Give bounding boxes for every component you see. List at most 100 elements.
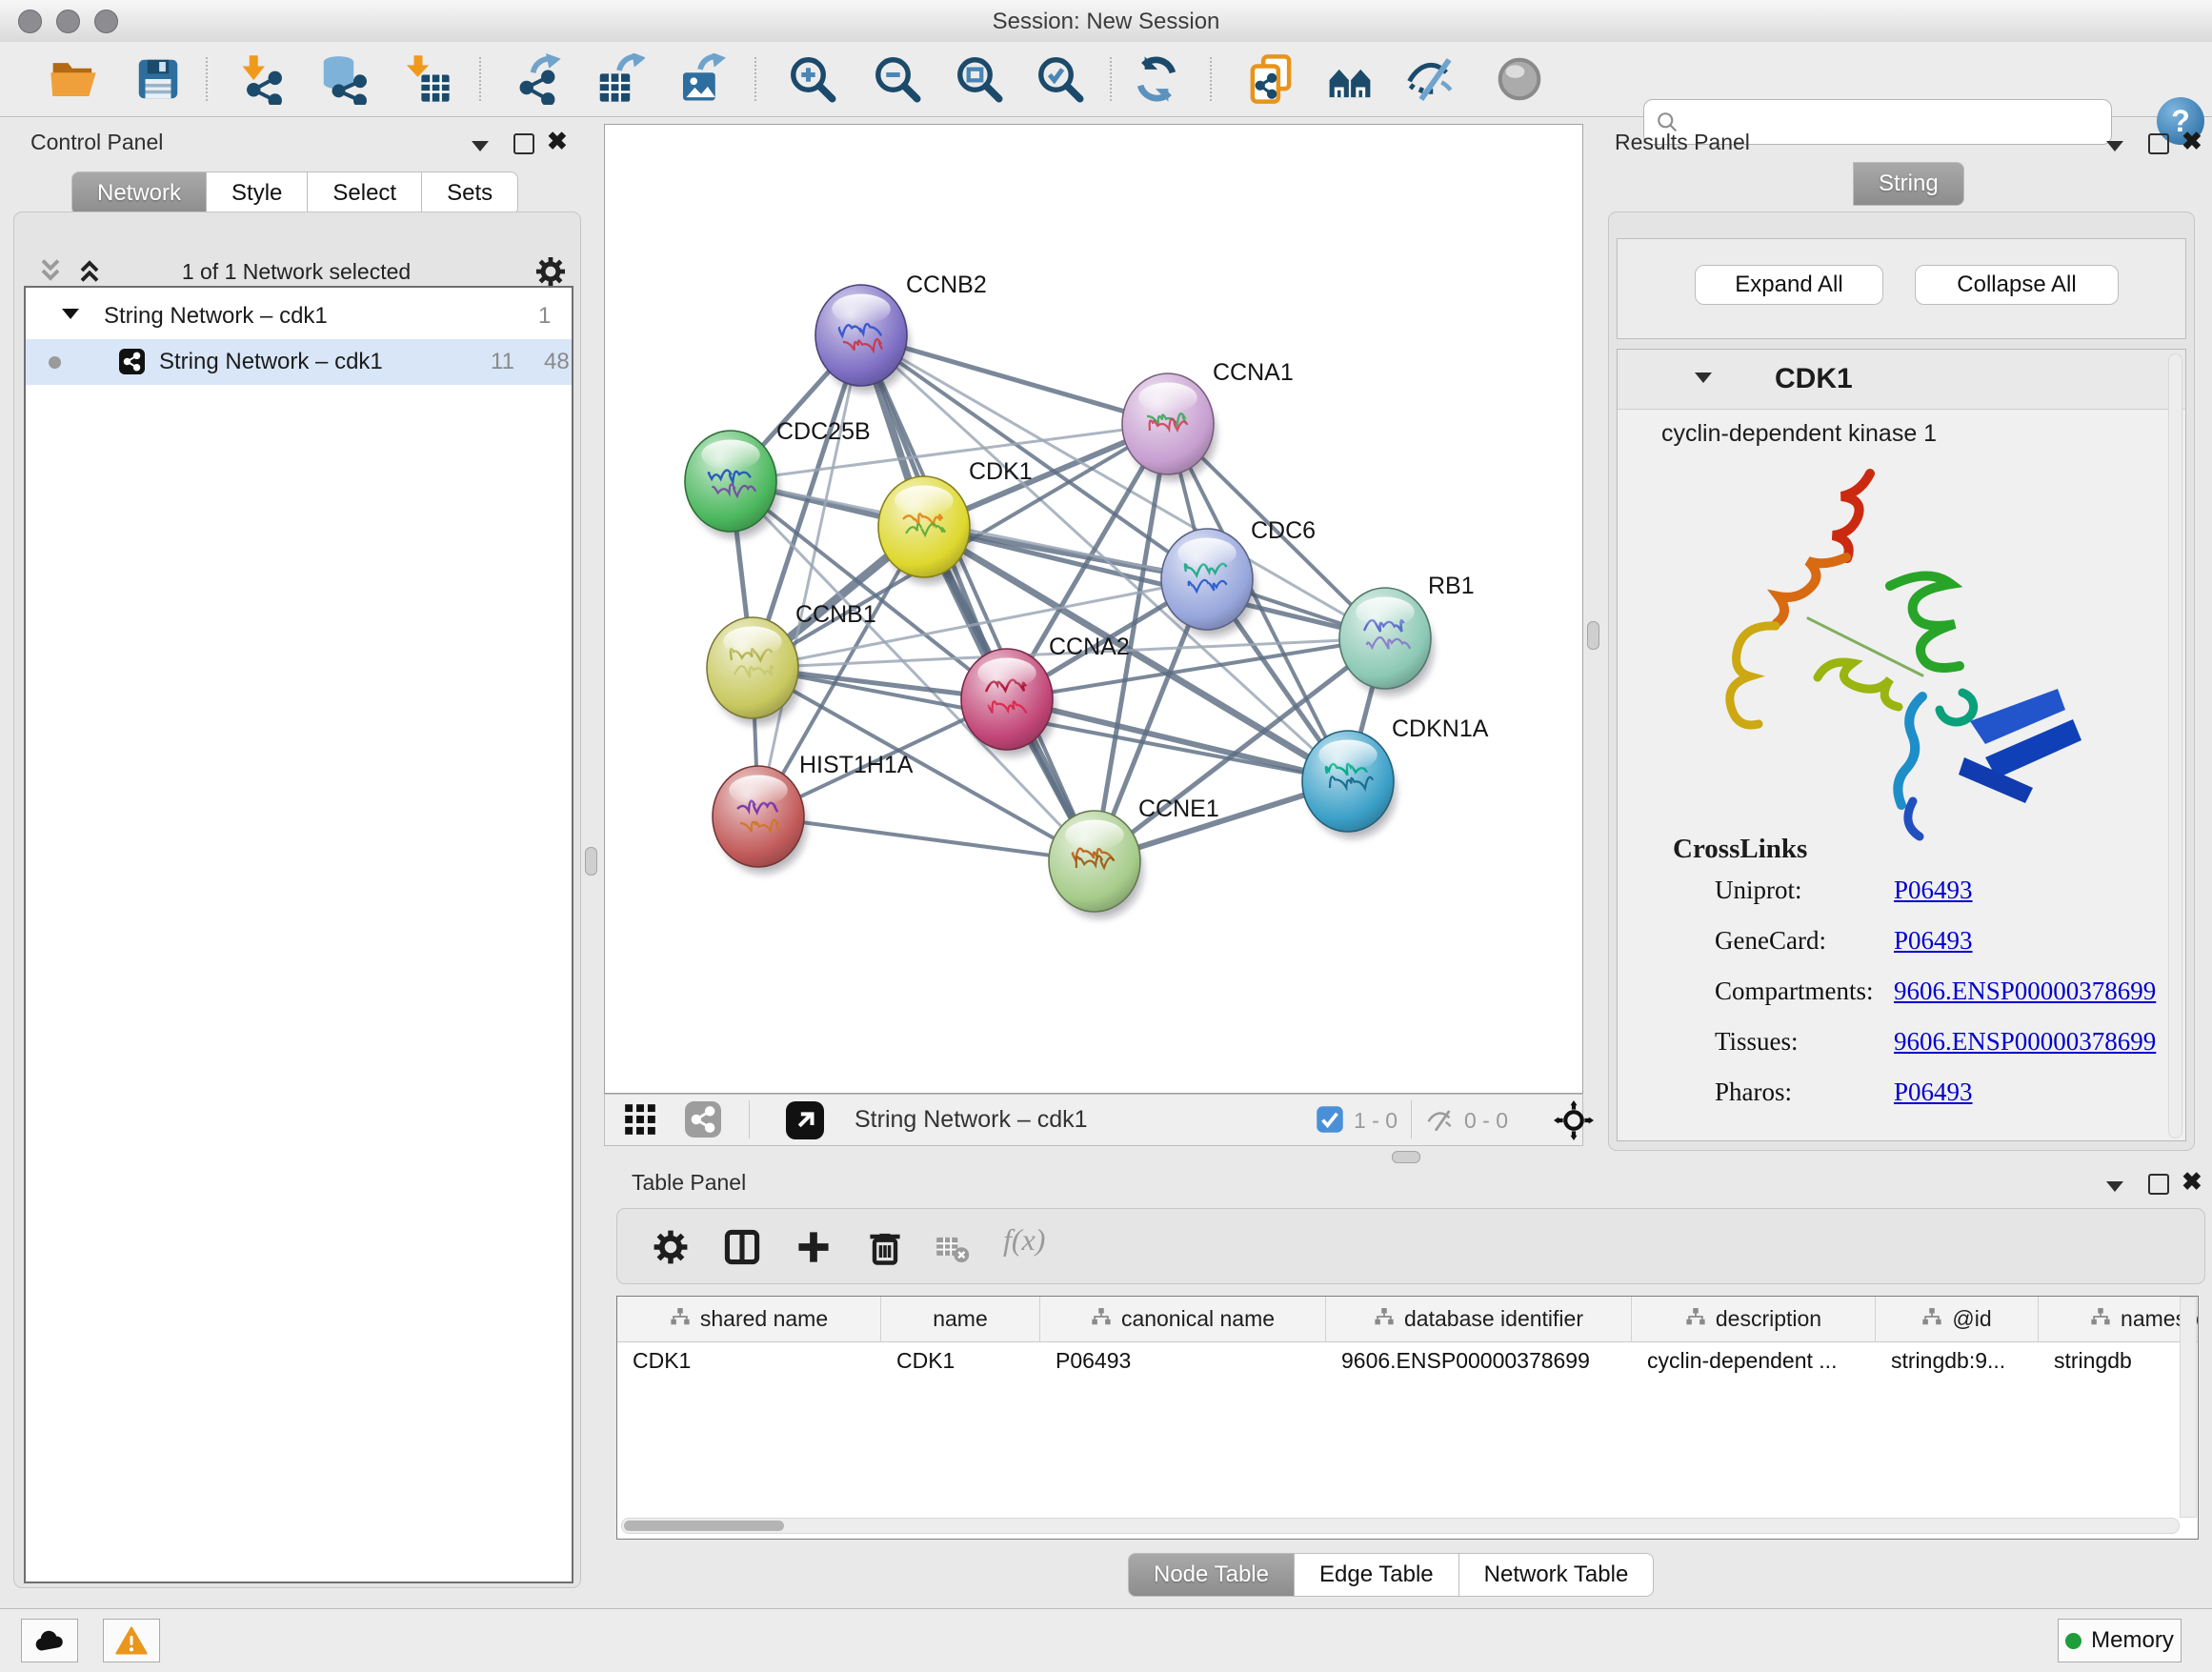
pan-crosshair-icon[interactable] xyxy=(1554,1100,1594,1140)
network-node[interactable] xyxy=(961,649,1056,756)
tab-node-table[interactable]: Node Table xyxy=(1128,1553,1295,1597)
right-splitter-handle[interactable] xyxy=(1587,621,1599,650)
network-node[interactable] xyxy=(685,431,779,538)
tree-expander-icon[interactable] xyxy=(62,309,79,319)
results-panel-float-icon[interactable] xyxy=(2148,133,2169,154)
table-panel-menu-icon[interactable] xyxy=(2106,1181,2123,1192)
network-edge[interactable] xyxy=(758,335,861,816)
tab-style[interactable]: Style xyxy=(207,171,308,215)
expand-all-button[interactable]: Expand All xyxy=(1695,265,1883,305)
show-all-icon[interactable] xyxy=(1494,53,1545,105)
network-node[interactable] xyxy=(1122,373,1217,481)
column-header-canonical-name[interactable]: canonical name xyxy=(1040,1297,1326,1341)
hide-selected-icon[interactable] xyxy=(1405,53,1457,105)
column-header-name[interactable]: name xyxy=(881,1297,1040,1341)
tab-edge-table[interactable]: Edge Table xyxy=(1295,1553,1459,1597)
gear-icon[interactable] xyxy=(533,253,569,290)
tab-string[interactable]: String xyxy=(1853,162,1964,206)
results-vertical-scrollbar[interactable] xyxy=(2168,353,2182,1138)
column-header-description[interactable]: description xyxy=(1632,1297,1876,1341)
left-splitter-handle[interactable] xyxy=(585,847,597,876)
column-header-database-identifier[interactable]: database identifier xyxy=(1326,1297,1632,1341)
open-session-icon[interactable] xyxy=(48,53,99,105)
control-panel-menu-icon[interactable] xyxy=(472,141,489,151)
table-cell[interactable]: stringdb xyxy=(2039,1342,2199,1380)
detach-view-icon[interactable] xyxy=(786,1101,824,1139)
zoom-out-icon[interactable] xyxy=(872,53,923,105)
export-network-icon[interactable] xyxy=(512,53,563,105)
network-node[interactable] xyxy=(1302,731,1397,838)
crosslink-link[interactable]: 9606.ENSP00000378699 xyxy=(1894,977,2156,1006)
show-columns-icon[interactable] xyxy=(721,1226,763,1268)
import-network-database-icon[interactable] xyxy=(317,53,369,105)
column-header--id[interactable]: @id xyxy=(1876,1297,2039,1341)
apply-layout-icon[interactable] xyxy=(1131,53,1182,105)
crosslink-link[interactable]: 9606.ENSP00000378699 xyxy=(1894,1027,2156,1057)
table-cell[interactable]: 9606.ENSP00000378699 xyxy=(1326,1342,1632,1380)
table-cell[interactable]: cyclin-dependent ... xyxy=(1632,1342,1876,1380)
network-view-mode-icon[interactable] xyxy=(685,1101,721,1138)
tab-sets[interactable]: Sets xyxy=(422,171,518,215)
network-node[interactable] xyxy=(1161,529,1256,636)
network-collection-row[interactable]: String Network – cdk1 1 xyxy=(26,293,572,339)
tab-network[interactable]: Network xyxy=(71,171,207,215)
table-settings-gear-icon[interactable] xyxy=(650,1226,692,1268)
network-node[interactable] xyxy=(713,766,807,874)
import-network-file-icon[interactable] xyxy=(234,53,286,105)
crosslink-link[interactable]: P06493 xyxy=(1894,1078,1973,1107)
show-network-overview-icon[interactable] xyxy=(1324,53,1376,105)
table-cell[interactable]: stringdb:9... xyxy=(1876,1342,2039,1380)
crosslink-link[interactable]: P06493 xyxy=(1894,876,1973,905)
selected-checkbox-icon[interactable] xyxy=(1316,1105,1344,1134)
delete-column-trash-icon[interactable] xyxy=(864,1226,906,1268)
network-node[interactable] xyxy=(707,617,801,725)
cloud-button[interactable] xyxy=(21,1619,78,1662)
results-panel-menu-icon[interactable] xyxy=(2106,141,2123,151)
zoom-selected-icon[interactable] xyxy=(1035,53,1086,105)
tab-network-table[interactable]: Network Table xyxy=(1459,1553,1655,1597)
table-cell[interactable]: P06493 xyxy=(1040,1342,1326,1380)
section-collapse-icon[interactable] xyxy=(1695,373,1712,383)
column-scope-icon xyxy=(1921,1306,1942,1333)
add-column-icon[interactable] xyxy=(793,1226,835,1268)
network-edge[interactable] xyxy=(758,816,1095,861)
zoom-fit-icon[interactable] xyxy=(954,53,1005,105)
control-panel-float-icon[interactable] xyxy=(513,133,534,154)
collection-count: 1 xyxy=(538,303,551,330)
network-node[interactable] xyxy=(815,285,910,393)
tab-select[interactable]: Select xyxy=(308,171,422,215)
table-panel-close-icon[interactable]: ✖ xyxy=(2182,1172,2202,1191)
collapse-all-button[interactable]: Collapse All xyxy=(1915,265,2119,305)
gene-section-header[interactable]: CDK1 xyxy=(1618,350,2185,410)
network-row-selected[interactable]: String Network – cdk1 11 48 xyxy=(26,339,572,385)
export-image-icon[interactable] xyxy=(674,53,726,105)
save-session-icon[interactable] xyxy=(132,53,184,105)
crosslink-link[interactable]: P06493 xyxy=(1894,926,1973,956)
bottom-splitter-handle[interactable] xyxy=(1392,1151,1420,1163)
table-horizontal-scrollbar[interactable] xyxy=(621,1518,2180,1534)
memory-button[interactable]: Memory xyxy=(2058,1619,2182,1662)
export-table-icon[interactable] xyxy=(593,53,645,105)
network-node[interactable] xyxy=(1339,588,1434,695)
zoom-in-icon[interactable] xyxy=(787,53,838,105)
network-canvas[interactable]: CCNB2CCNA1CDC25BCDK1CDC6RB1CCNB1CCNA2CDK… xyxy=(604,124,1583,1094)
table-row[interactable]: CDK1CDK1P064939606.ENSP00000378699cyclin… xyxy=(617,1342,2198,1380)
warnings-button[interactable] xyxy=(103,1619,160,1662)
grid-view-icon[interactable] xyxy=(622,1101,658,1138)
table-cell[interactable]: CDK1 xyxy=(881,1342,1040,1380)
table-vertical-scrollbar[interactable] xyxy=(2180,1297,2197,1518)
crosslink-label: Tissues: xyxy=(1715,1027,1799,1057)
import-table-file-icon[interactable] xyxy=(401,53,452,105)
column-header-namespace[interactable]: namespace xyxy=(2039,1297,2199,1341)
table-toolbar: f(x) xyxy=(616,1208,2205,1284)
scrollbar-thumb[interactable] xyxy=(624,1521,784,1531)
results-panel-close-icon[interactable]: ✖ xyxy=(2182,131,2202,151)
control-panel-close-icon[interactable]: ✖ xyxy=(547,131,568,151)
table-cell[interactable]: CDK1 xyxy=(617,1342,881,1380)
column-header-shared-name[interactable]: shared name xyxy=(617,1297,881,1341)
network-node[interactable] xyxy=(878,476,973,584)
network-edge[interactable] xyxy=(861,335,1095,861)
clone-network-icon[interactable] xyxy=(1245,53,1297,105)
table-panel-float-icon[interactable] xyxy=(2148,1174,2169,1195)
network-node[interactable] xyxy=(1049,811,1143,918)
